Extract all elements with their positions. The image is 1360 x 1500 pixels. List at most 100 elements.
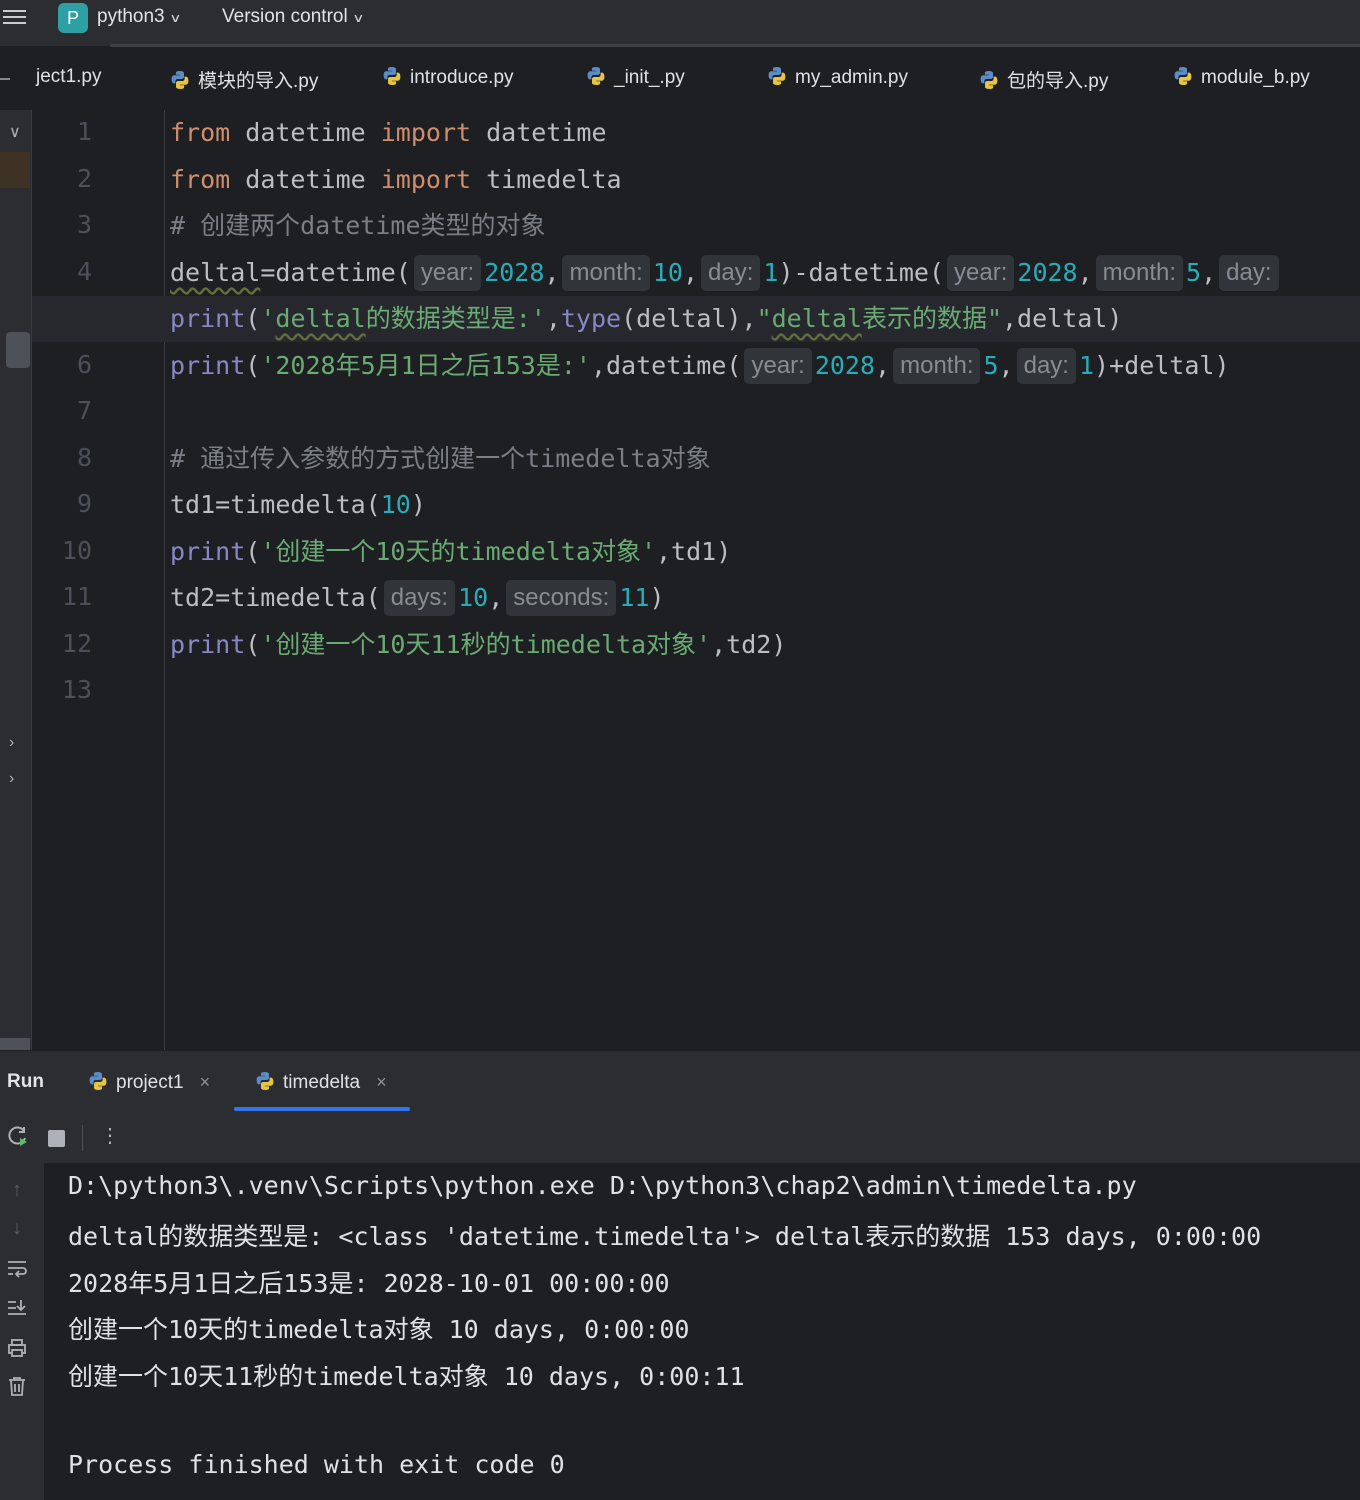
strip-footer	[0, 1038, 30, 1050]
code-text: (	[245, 537, 261, 566]
scroll-to-end-icon[interactable]	[6, 1297, 28, 1325]
code-text: (	[245, 304, 261, 333]
run-tab-label: timedelta	[283, 1072, 361, 1093]
number: 2028	[1017, 258, 1078, 287]
console-line: 2028年5月1日之后153是: 2028-10-01 00:00:00	[68, 1269, 670, 1298]
string: '创建一个10天11秒的timedelta对象'	[260, 630, 712, 659]
trash-icon[interactable]	[6, 1375, 28, 1403]
tab-label: my_admin.py	[795, 67, 908, 88]
line-number: 11	[61, 582, 92, 611]
tab-package-import[interactable]: 包的导入.py	[979, 66, 1108, 93]
identifier: datetime	[471, 118, 607, 147]
python-file-icon	[255, 1071, 275, 1091]
toolbar-divider	[110, 44, 1360, 47]
line-number: 13	[61, 675, 92, 704]
string: deltal	[771, 304, 862, 333]
soft-wrap-icon[interactable]	[6, 1257, 28, 1285]
builtin-function: print	[170, 351, 246, 380]
tab-project1[interactable]: ject1.py	[36, 66, 101, 88]
print-icon[interactable]	[6, 1337, 28, 1365]
python-file-icon	[767, 66, 787, 86]
keyword: import	[380, 118, 472, 147]
code-text: (deltal),	[621, 304, 757, 333]
string: 表示的数据"	[861, 304, 1002, 333]
builtin-function: print	[170, 537, 246, 566]
project-selector[interactable]: python3 ∨	[97, 6, 182, 28]
project-badge[interactable]: P	[58, 3, 88, 33]
python-file-icon	[88, 1071, 108, 1091]
run-tab-project1[interactable]: project1 ×	[88, 1071, 210, 1094]
code-line-1: from datetime import datetime	[170, 110, 607, 156]
tab-module-import[interactable]: 模块的导入.py	[170, 66, 318, 93]
chevron-down-icon[interactable]: ∨	[9, 122, 21, 142]
run-tab-label: project1	[116, 1072, 184, 1093]
line-number: 10	[61, 536, 92, 565]
stop-icon[interactable]	[48, 1130, 65, 1147]
keyword: from	[170, 118, 231, 147]
console-side-toolbar: ↑ ↓	[0, 1163, 44, 1500]
version-control-label: Version control	[222, 6, 348, 27]
tab-label: _init_.py	[614, 67, 685, 88]
python-file-icon	[170, 70, 190, 90]
tab-init[interactable]: _init_.py	[586, 66, 685, 89]
project-name: python3	[97, 6, 165, 27]
close-icon[interactable]: ×	[376, 1072, 387, 1092]
run-tab-timedelta[interactable]: timedelta ×	[255, 1071, 387, 1094]
line-number: 9	[76, 489, 92, 518]
tabs-scroll-marker	[0, 78, 10, 80]
left-tool-strip: ∨ › ›	[0, 110, 32, 1050]
string: '2028年5月1日之后153是:'	[260, 351, 591, 380]
tab-label: 包的导入.py	[1007, 71, 1109, 92]
more-options-icon[interactable]: ⋮	[100, 1123, 120, 1148]
number: 1	[1078, 351, 1095, 380]
code-line-9: td1=timedelta(10)	[170, 482, 426, 528]
code-line-6: print('2028年5月1日之后153是:',datetime(year: 2…	[170, 343, 1230, 389]
down-arrow-icon[interactable]: ↓	[6, 1217, 28, 1240]
parameter-hint: day:	[701, 255, 761, 291]
version-control-menu[interactable]: Version control ∨	[222, 6, 365, 28]
code-text: ,deltal)	[1002, 304, 1123, 333]
chevron-down-icon: ∨	[168, 11, 182, 25]
console-line: deltal的数据类型是: <class 'datetime.timedelta…	[68, 1222, 1262, 1251]
comment: # 通过传入参数的方式创建一个timedelta对象	[170, 444, 711, 473]
tab-introduce[interactable]: introduce.py	[382, 66, 514, 89]
parameter-hint: month:	[893, 348, 981, 384]
code-text: )	[649, 583, 665, 612]
tab-my-admin[interactable]: my_admin.py	[767, 66, 908, 89]
console-line: 创建一个10天的timedelta对象 10 days, 0:00:00	[68, 1315, 690, 1344]
parameter-hint: month:	[562, 255, 650, 291]
console-exit-line: Process finished with exit code 0	[68, 1450, 565, 1479]
chevron-right-icon[interactable]: ›	[9, 734, 14, 752]
up-arrow-icon[interactable]: ↑	[6, 1179, 28, 1202]
number: 10	[652, 258, 683, 287]
code-line-3: # 创建两个datetime类型的对象	[170, 203, 546, 249]
string: deltal	[275, 304, 366, 333]
active-tab-indicator	[234, 1107, 410, 1111]
string: '	[260, 304, 276, 333]
tab-label: 模块的导入.py	[198, 71, 319, 92]
code-text: )-datetime(	[778, 258, 945, 287]
python-file-icon	[586, 66, 606, 86]
main-toolbar: P python3 ∨ Version control ∨	[0, 0, 1360, 47]
identifier: datetime	[230, 118, 381, 147]
code-line-4: deltal=datetime(year: 2028, month: 10, day: 1…	[170, 250, 1282, 296]
line-number: 4	[76, 257, 92, 286]
run-title: Run	[7, 1071, 44, 1092]
line-number: 2	[76, 164, 92, 193]
line-number: 12	[61, 629, 92, 658]
identifier: datetime	[230, 165, 381, 194]
main-menu-icon[interactable]	[3, 6, 27, 30]
console-output[interactable]: D:\python3\.venv\Scripts\python.exe D:\p…	[44, 1163, 1360, 1500]
keyword: import	[380, 165, 472, 194]
scroll-thumb[interactable]	[6, 332, 30, 368]
parameter-hint: day:	[1016, 348, 1076, 384]
close-icon[interactable]: ×	[200, 1072, 211, 1092]
number: 1	[763, 258, 779, 287]
code-text: (	[245, 630, 261, 659]
tab-module-b[interactable]: module_b.py	[1173, 66, 1310, 89]
rerun-icon[interactable]	[7, 1125, 29, 1153]
chevron-down-icon: ∨	[351, 11, 365, 25]
code-editor[interactable]: from datetime import datetime from datet…	[32, 110, 1360, 1050]
number: 11	[619, 583, 650, 612]
chevron-right-icon[interactable]: ›	[9, 770, 14, 788]
